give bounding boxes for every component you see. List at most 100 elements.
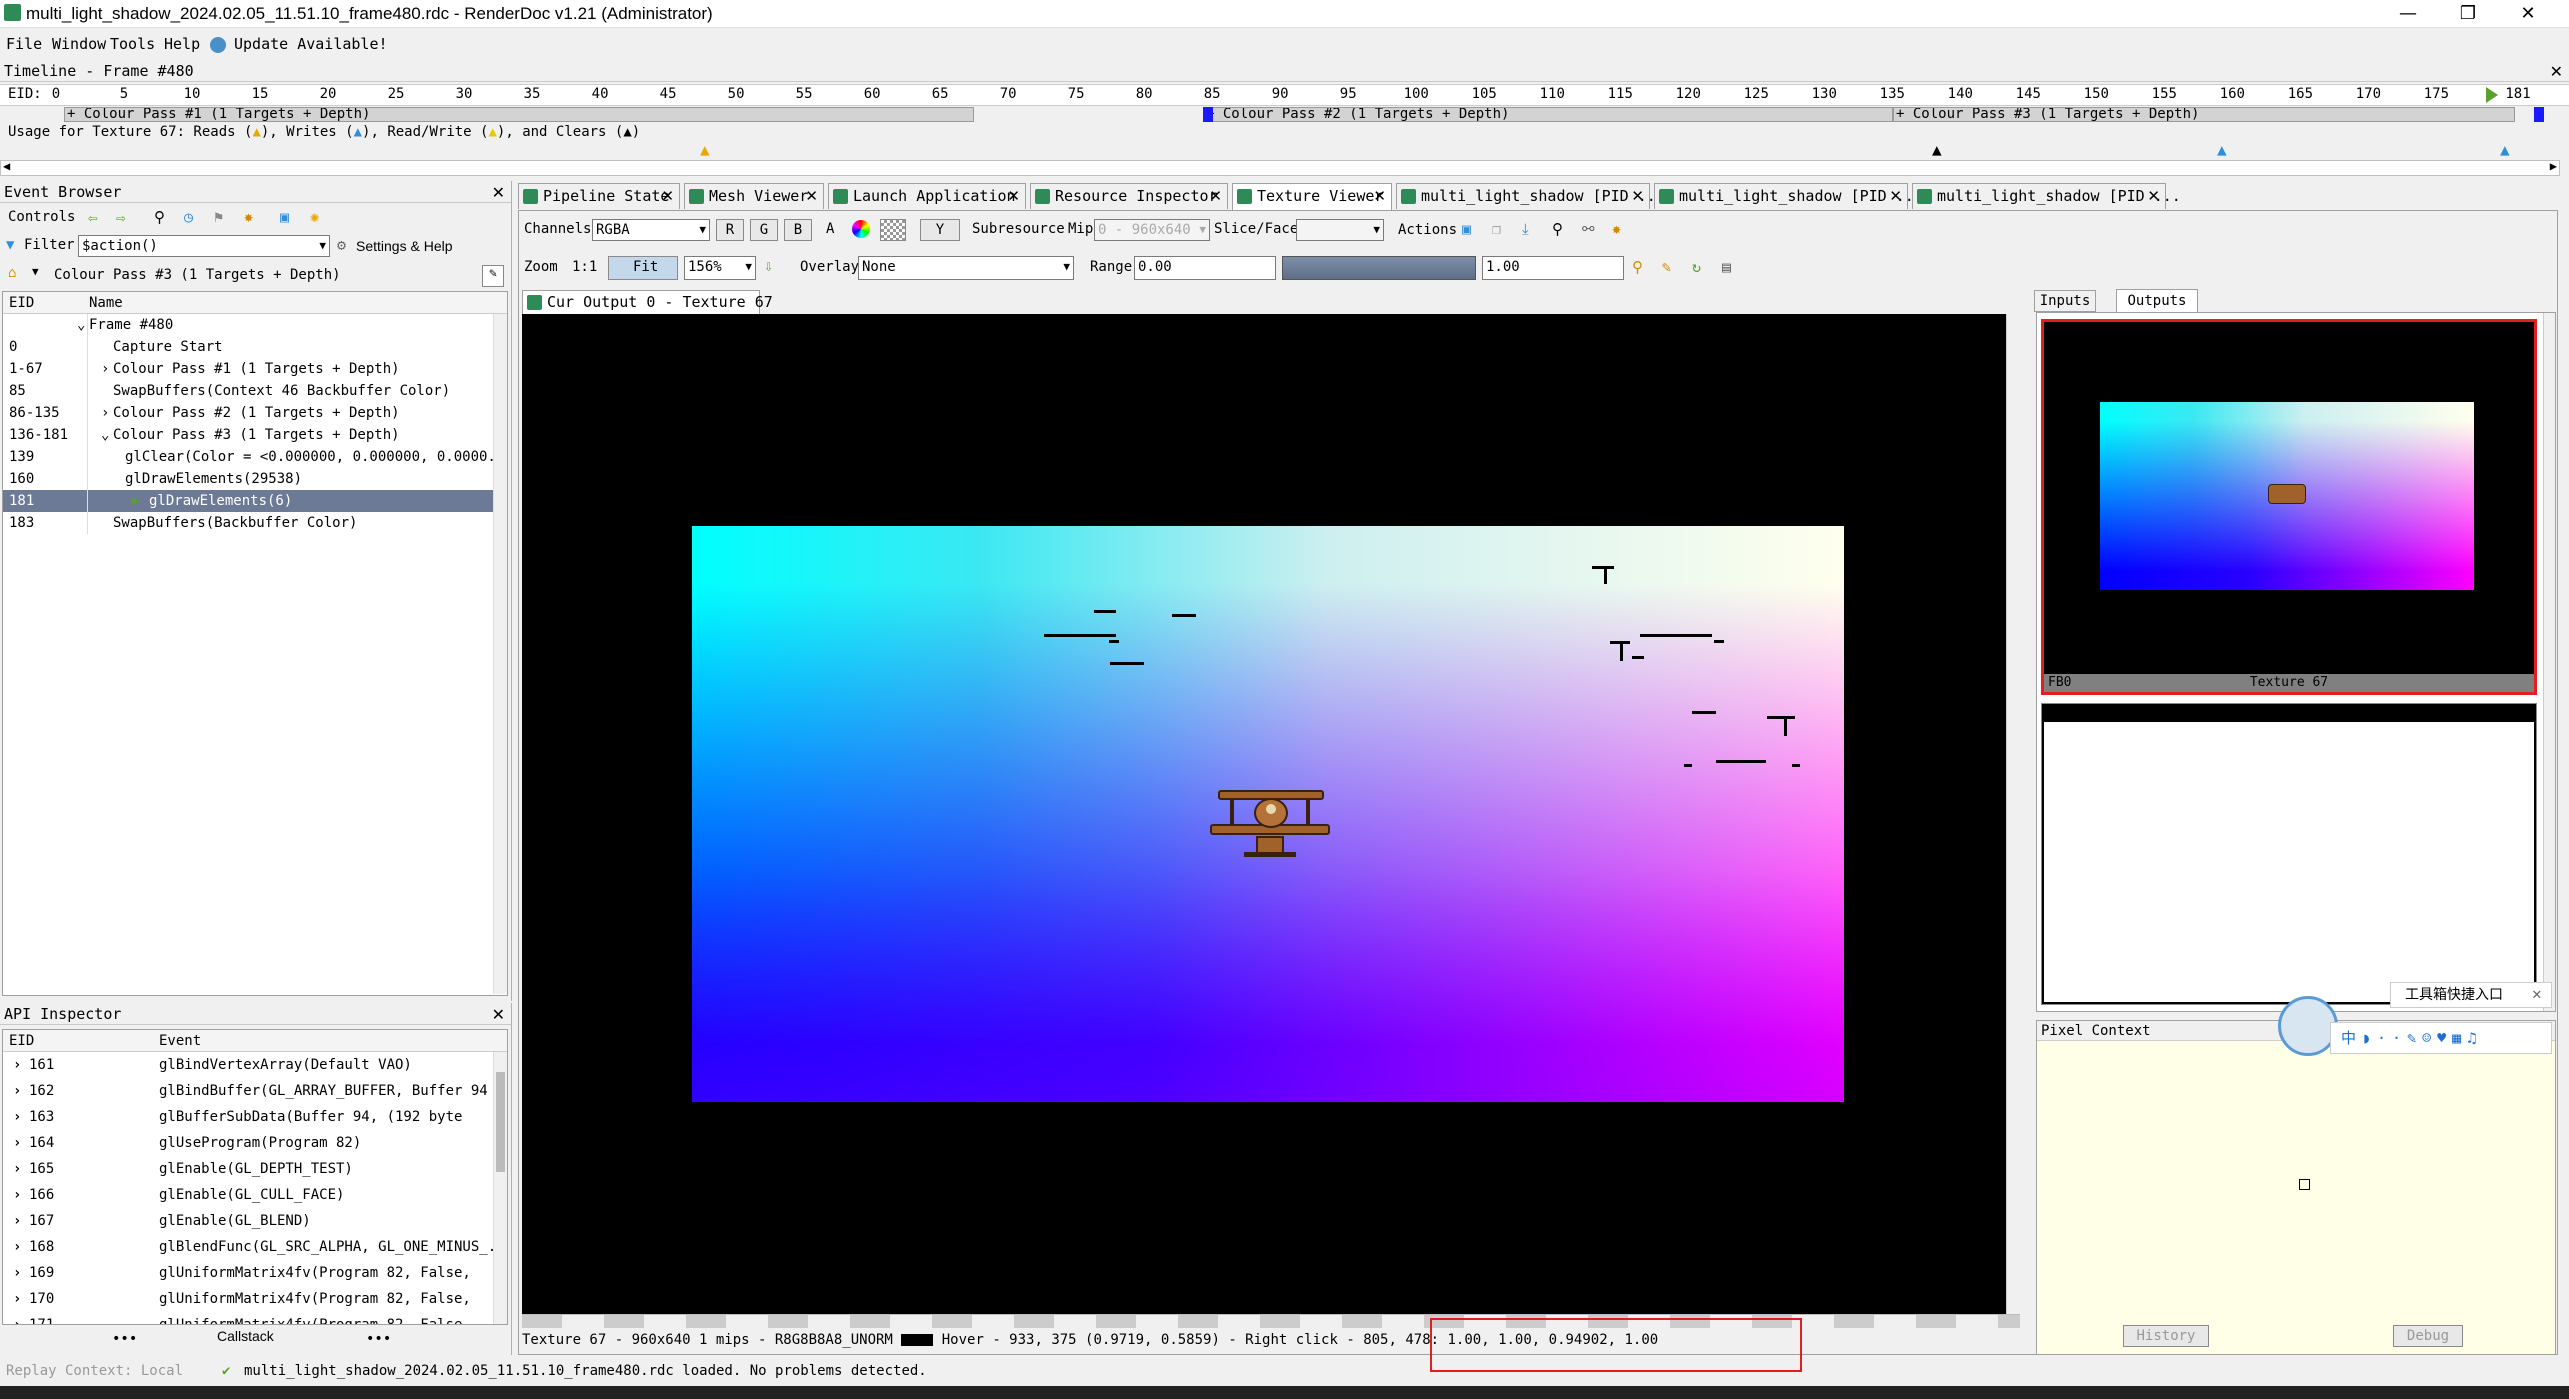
thumbnails-scrollbar[interactable] bbox=[2543, 313, 2555, 1011]
tab-process-2[interactable]: multi_light_shadow [PID ... ✕ bbox=[1654, 183, 1923, 209]
outputs-tab[interactable]: Outputs bbox=[2116, 289, 2198, 313]
tab-process-3[interactable]: multi_light_shadow [PID ... ✕ bbox=[1912, 183, 2181, 209]
api-row[interactable]: › 161 glBindVertexArray(Default VAO) bbox=[3, 1052, 507, 1078]
col-name[interactable]: Name bbox=[89, 292, 123, 314]
maximize-button[interactable]: ❐ bbox=[2438, 0, 2498, 28]
close-icon[interactable]: ✕ bbox=[1007, 184, 1020, 208]
output-thumbnail[interactable]: FB0 Texture 67 bbox=[2041, 319, 2537, 695]
scroll-thumb[interactable] bbox=[496, 1072, 505, 1172]
col-eid[interactable]: EID bbox=[9, 1030, 34, 1052]
more-icon[interactable]: ••• bbox=[112, 1331, 137, 1347]
star-icon[interactable]: ✺ bbox=[310, 208, 319, 226]
alpha-channel-toggle[interactable]: A bbox=[826, 221, 834, 237]
scroll-left-icon[interactable]: ◀ bbox=[3, 159, 10, 173]
read-marker-icon[interactable]: ▲ bbox=[700, 140, 710, 159]
close-icon[interactable]: ✕ bbox=[661, 184, 674, 208]
api-row[interactable]: › 171 glUniformMatrix4fv(Program 82, False… bbox=[3, 1312, 507, 1324]
expand-chevron-icon[interactable]: › bbox=[13, 1130, 21, 1156]
tab-resource-inspector[interactable]: Resource Inspector ✕ bbox=[1030, 183, 1228, 209]
ime-toolbar[interactable]: 中◗··✎☺♥▦♫ bbox=[2330, 1022, 2552, 1054]
range-min-input[interactable]: 0.00 bbox=[1134, 256, 1276, 280]
api-row[interactable]: › 165 glEnable(GL_DEPTH_TEST) bbox=[3, 1156, 507, 1182]
event-row[interactable]: 181 ▶ glDrawElements(6) bbox=[3, 490, 507, 512]
bookmark-icon[interactable]: ⚑ bbox=[214, 208, 223, 226]
tab-process-1[interactable]: multi_light_shadow [PID ... ✕ bbox=[1396, 183, 1665, 209]
expand-chevron-icon[interactable]: › bbox=[13, 1208, 21, 1234]
close-icon[interactable]: ✕ bbox=[2147, 184, 2160, 208]
overlay-select[interactable]: None bbox=[858, 256, 1074, 280]
write-marker-icon[interactable]: ▲ bbox=[2217, 140, 2227, 159]
settings-icon[interactable]: ✸ bbox=[244, 208, 253, 226]
zoom-1-1-button[interactable]: 1:1 bbox=[572, 259, 597, 275]
event-row[interactable]: 139 glClear(Color = <0.000000, 0.000000, … bbox=[3, 446, 507, 468]
menu-file[interactable]: File bbox=[6, 35, 42, 53]
edit-icon[interactable]: ✎ bbox=[482, 265, 504, 287]
back-arrow-icon[interactable]: ⇦ bbox=[88, 208, 98, 227]
timeline-scrollbar[interactable]: ◀ ▶ bbox=[0, 159, 2560, 176]
auto-fit-icon[interactable]: ✎ bbox=[1662, 258, 1671, 276]
tab-pipeline-state[interactable]: Pipeline State ✕ bbox=[518, 183, 680, 209]
event-row[interactable]: 0 Capture Start bbox=[3, 336, 507, 358]
menu-help[interactable]: Help bbox=[164, 35, 200, 53]
expand-chevron-icon[interactable]: ⌄ bbox=[77, 314, 85, 336]
api-row[interactable]: › 170 glUniformMatrix4fv(Program 82, False… bbox=[3, 1286, 507, 1312]
copy-icon[interactable]: ❐ bbox=[1492, 220, 1501, 238]
close-icon[interactable]: ✕ bbox=[1373, 184, 1386, 208]
tab-texture-viewer[interactable]: Texture Viewer ✕ bbox=[1232, 183, 1392, 210]
close-icon[interactable]: ✕ bbox=[1889, 184, 1902, 208]
zoom-range-icon[interactable]: ⚲ bbox=[1632, 258, 1643, 276]
event-row[interactable]: 160 glDrawElements(29538) bbox=[3, 468, 507, 490]
breadcrumb[interactable]: Colour Pass #3 (1 Targets + Depth) bbox=[54, 267, 341, 283]
canvas-vscrollbar[interactable] bbox=[2006, 314, 2020, 1314]
event-row[interactable]: 1-67 › Colour Pass #1 (1 Targets + Depth) bbox=[3, 358, 507, 380]
fit-button[interactable]: Fit bbox=[608, 256, 678, 280]
mip-select[interactable]: 0 - 960x640 bbox=[1094, 219, 1210, 241]
close-window-button[interactable]: ✕ bbox=[2498, 0, 2558, 28]
save-icon[interactable]: ▣ bbox=[280, 208, 289, 226]
api-row[interactable]: › 167 glEnable(GL_BLEND) bbox=[3, 1208, 507, 1234]
output-thumbnail-2[interactable] bbox=[2041, 703, 2537, 1005]
down-arrow-icon[interactable]: ⇩ bbox=[764, 257, 773, 275]
expand-chevron-icon[interactable]: › bbox=[101, 402, 109, 424]
close-icon[interactable]: ✕ bbox=[1209, 184, 1222, 208]
api-row[interactable]: › 163 glBufferSubData(Buffer 94, (192 byte bbox=[3, 1104, 507, 1130]
toolbox-tooltip[interactable]: 工具箱快捷入口 bbox=[2390, 982, 2552, 1008]
expand-chevron-icon[interactable]: › bbox=[101, 358, 109, 380]
col-event[interactable]: Event bbox=[159, 1030, 201, 1052]
assistant-avatar[interactable] bbox=[2278, 996, 2338, 1056]
expand-chevron-icon[interactable]: › bbox=[13, 1260, 21, 1286]
chevron-down-icon[interactable]: ▼ bbox=[32, 265, 39, 278]
range-histogram[interactable] bbox=[1282, 256, 1476, 280]
event-row[interactable]: 136-181 ⌄ Colour Pass #3 (1 Targets + Dept… bbox=[3, 424, 507, 446]
expand-chevron-icon[interactable]: › bbox=[13, 1078, 21, 1104]
link-icon[interactable]: ⚯ bbox=[1582, 220, 1595, 238]
settings-icon[interactable]: ✸ bbox=[1612, 220, 1621, 238]
gear-icon[interactable]: ⚙ bbox=[337, 236, 346, 254]
channels-select[interactable]: RGBA bbox=[592, 219, 710, 241]
expand-chevron-icon[interactable]: ⌄ bbox=[101, 424, 109, 446]
filter-input[interactable]: $action() bbox=[78, 235, 330, 257]
minimize-button[interactable]: — bbox=[2378, 0, 2438, 28]
expand-chevron-icon[interactable]: › bbox=[13, 1104, 21, 1130]
range-max-input[interactable]: 1.00 bbox=[1482, 256, 1624, 280]
expand-chevron-icon[interactable]: › bbox=[13, 1312, 21, 1324]
timeline-ruler[interactable]: EID: 0 5 10 15 20 25 30 35 40 45 50 55 60 65 70 75 80 85 9… bbox=[0, 84, 2569, 106]
goto-icon[interactable]: ⤓ bbox=[1522, 220, 1529, 238]
api-row[interactable]: › 169 glUniformMatrix4fv(Program 82, False… bbox=[3, 1260, 507, 1286]
close-icon[interactable]: ✕ bbox=[2550, 61, 2563, 83]
time-icon[interactable]: ◷ bbox=[184, 208, 193, 226]
event-row[interactable]: 85 SwapBuffers(Context 46 Backbuffer Colo… bbox=[3, 380, 507, 402]
menu-update[interactable]: Update Available! bbox=[234, 35, 388, 53]
histogram-icon[interactable]: ▤ bbox=[1722, 258, 1731, 276]
debug-button[interactable]: Debug bbox=[2393, 1325, 2463, 1347]
binoculars-icon[interactable]: ⚲ bbox=[1552, 220, 1563, 238]
home-icon[interactable]: ⌂ bbox=[8, 265, 16, 281]
api-scrollbar[interactable] bbox=[493, 1052, 507, 1324]
event-row[interactable]: 86-135 › Colour Pass #2 (1 Targets + Depth… bbox=[3, 402, 507, 424]
clear-marker-icon[interactable]: ▲ bbox=[1932, 140, 1942, 159]
pass-bar-3[interactable]: + Colour Pass #3 (1 Targets + Depth) bbox=[1893, 107, 2515, 122]
api-row[interactable]: › 162 glBindBuffer(GL_ARRAY_BUFFER, Buffer… bbox=[3, 1078, 507, 1104]
y-flip-toggle[interactable]: Y bbox=[920, 219, 960, 241]
expand-chevron-icon[interactable]: › bbox=[13, 1286, 21, 1312]
api-row[interactable]: › 164 glUseProgram(Program 82) bbox=[3, 1130, 507, 1156]
